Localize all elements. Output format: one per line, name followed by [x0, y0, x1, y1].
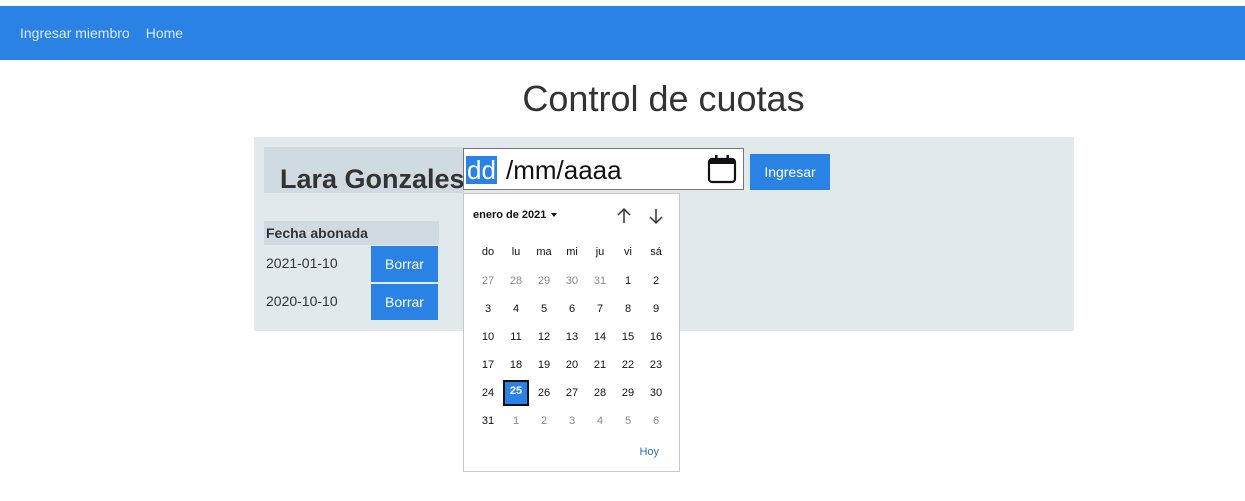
calendar-day[interactable]: 6 — [644, 410, 668, 432]
date-picker-popup: enero de 2021 do lu ma mi ju vi sá 27 28 29 30 31 1 2… — [463, 193, 680, 472]
calendar-day[interactable]: 29 — [532, 270, 556, 292]
weekday-label: ju — [595, 246, 605, 258]
calendar-day[interactable]: 3 — [476, 298, 500, 320]
table-header-fecha-abonada: Fecha abonada — [264, 221, 439, 245]
calendar-day[interactable]: 3 — [560, 410, 584, 432]
calendar-day[interactable]: 12 — [532, 326, 556, 348]
weekday-label: mi — [566, 246, 578, 258]
weekday-label: vi — [624, 246, 632, 258]
calendar-day[interactable]: 5 — [532, 298, 556, 320]
month-selector[interactable]: enero de 2021 — [473, 209, 558, 221]
calendar-day[interactable]: 22 — [616, 354, 640, 376]
nav-link-ingresar-miembro[interactable]: Ingresar miembro — [20, 25, 130, 41]
calendar-day[interactable]: 15 — [616, 326, 640, 348]
calendar-day[interactable]: 1 — [616, 270, 640, 292]
date-day-segment[interactable]: dd — [466, 156, 497, 184]
calendar-day[interactable]: 11 — [504, 326, 528, 348]
calendar-day[interactable]: 8 — [616, 298, 640, 320]
calendar-day[interactable]: 20 — [560, 354, 584, 376]
calendar-day[interactable]: 28 — [504, 270, 528, 292]
calendar-day[interactable]: 19 — [532, 354, 556, 376]
month-label: enero de 2021 — [473, 209, 547, 221]
payment-date: 2020-10-10 — [266, 293, 338, 309]
calendar-day[interactable]: 21 — [588, 354, 612, 376]
navbar: Ingresar miembro Home — [0, 6, 1245, 60]
calendar-day[interactable]: 10 — [476, 326, 500, 348]
calendar-day[interactable]: 27 — [476, 270, 500, 292]
weekday-label: lu — [511, 246, 521, 258]
calendar-day[interactable]: 27 — [560, 382, 584, 404]
calendar-day[interactable]: 4 — [504, 298, 528, 320]
calendar-day[interactable]: 30 — [560, 270, 584, 292]
nav-link-home[interactable]: Home — [146, 25, 183, 41]
today-link[interactable]: Hoy — [639, 446, 659, 458]
calendar-day[interactable]: 29 — [616, 382, 640, 404]
table-row: 2020-10-10 Borrar — [264, 284, 439, 320]
calendar-day[interactable]: 2 — [644, 270, 668, 292]
calendar-day[interactable]: 4 — [588, 410, 612, 432]
calendar-day[interactable]: 18 — [504, 354, 528, 376]
calendar-day[interactable]: 28 — [588, 382, 612, 404]
calendar-day[interactable]: 2 — [532, 410, 556, 432]
ingresar-button[interactable]: Ingresar — [750, 154, 830, 190]
date-rest-segment[interactable]: /mm/aaaa — [506, 156, 622, 184]
calendar-day-selected[interactable]: 25 — [503, 380, 529, 406]
weekday-label: ma — [536, 246, 552, 258]
calendar-day[interactable]: 1 — [504, 410, 528, 432]
arrow-up-icon[interactable] — [614, 206, 634, 226]
table-row: 2021-01-10 Borrar — [264, 246, 439, 282]
calendar-day[interactable]: 30 — [644, 382, 668, 404]
arrow-down-icon[interactable] — [646, 206, 666, 226]
borrar-button[interactable]: Borrar — [371, 284, 438, 320]
calendar-day[interactable]: 9 — [644, 298, 668, 320]
payment-date: 2021-01-10 — [266, 255, 338, 271]
calendar-day[interactable]: 23 — [644, 354, 668, 376]
weekday-label: do — [481, 246, 495, 258]
payment-date-input[interactable]: dd /mm/aaaa — [463, 148, 744, 190]
page-title: Control de cuotas — [522, 78, 805, 119]
member-name: Lara Gonzales — [280, 164, 465, 194]
calendar-day[interactable]: 17 — [476, 354, 500, 376]
calendar-day[interactable]: 13 — [560, 326, 584, 348]
calendar-day[interactable]: 14 — [588, 326, 612, 348]
weekday-label: sá — [650, 246, 662, 258]
calendar-icon[interactable] — [707, 154, 737, 184]
calendar-day[interactable]: 31 — [588, 270, 612, 292]
calendar-day[interactable]: 5 — [616, 410, 640, 432]
calendar-day[interactable]: 7 — [588, 298, 612, 320]
borrar-button[interactable]: Borrar — [371, 246, 438, 282]
calendar-day[interactable]: 16 — [644, 326, 668, 348]
member-name-block: Lara Gonzales — [264, 147, 465, 194]
calendar-day[interactable]: 26 — [532, 382, 556, 404]
calendar-day[interactable]: 24 — [476, 382, 500, 404]
calendar-day[interactable]: 31 — [476, 410, 500, 432]
calendar-day[interactable]: 6 — [560, 298, 584, 320]
caret-down-icon — [551, 213, 558, 217]
